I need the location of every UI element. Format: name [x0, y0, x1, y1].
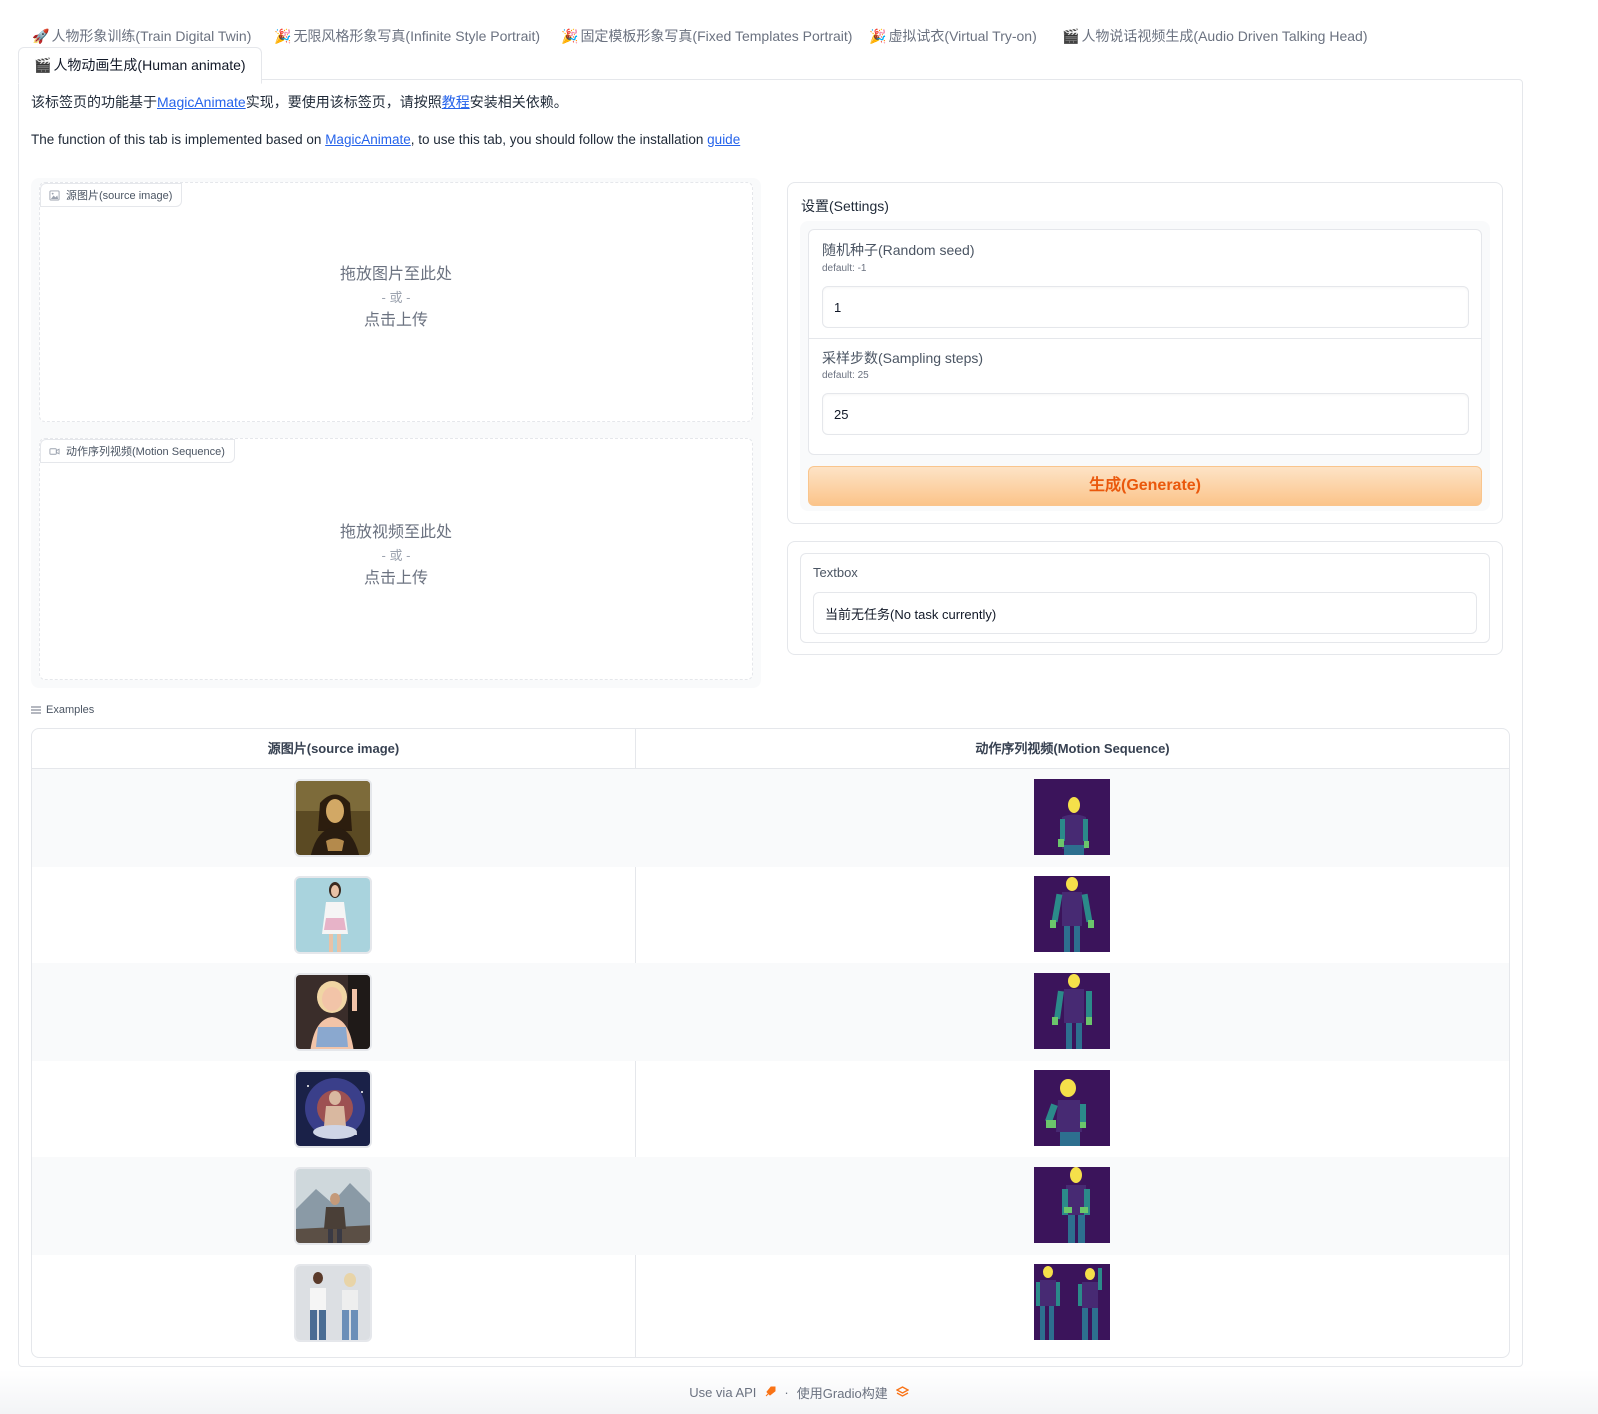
- sampling-steps-label: 采样步数(Sampling steps): [822, 350, 984, 366]
- gradio-logo-icon: [895, 1385, 909, 1397]
- guide-link-en[interactable]: guide: [707, 132, 740, 147]
- settings-panel: 设置(Settings) 随机种子(Random seed) default: …: [787, 182, 1503, 524]
- motion-sequence-label: 动作序列视频(Motion Sequence): [40, 439, 235, 463]
- random-seed-input[interactable]: [822, 286, 1469, 328]
- random-seed-default: default: -1: [822, 263, 867, 274]
- description-en: The function of this tab is implemented …: [31, 132, 741, 147]
- example-source-thumbnail: [294, 1070, 372, 1148]
- example-row[interactable]: [32, 963, 1509, 1061]
- upload-column: 源图片(source image) 拖放图片至此处 - 或 - 点击上传 动作序…: [31, 178, 761, 688]
- examples-header: Examples: [31, 704, 94, 716]
- description-zh: 该标签页的功能基于MagicAnimate实现，要使用该标签页，请按照教程安装相…: [31, 94, 568, 110]
- tab-audio-driven-talking-head[interactable]: 🎬 人物说话视频生成(Audio Driven Talking Head): [1062, 26, 1368, 46]
- footer: Use via API · 使用Gradio构建: [0, 1370, 1598, 1414]
- tab-infinite-style-portrait[interactable]: 🎉 无限风格形象写真(Infinite Style Portrait): [274, 26, 540, 46]
- example-row[interactable]: [32, 769, 1509, 867]
- tab-bar: 🚀 人物形象训练(Train Digital Twin) 🎉 无限风格形象写真(In…: [18, 18, 1523, 84]
- magicanimate-link-zh[interactable]: MagicAnimate: [157, 94, 246, 110]
- examples-table: 源图片(source image) 动作序列视频(Motion Sequence…: [31, 728, 1510, 1358]
- magicanimate-link-en[interactable]: MagicAnimate: [325, 132, 411, 147]
- random-seed-label: 随机种子(Random seed): [822, 242, 975, 258]
- list-icon: [31, 706, 41, 714]
- example-row[interactable]: [32, 1060, 1509, 1158]
- example-motion-thumbnail: [1034, 876, 1110, 952]
- built-with-gradio-link[interactable]: 使用Gradio构建: [797, 1383, 888, 1402]
- rocket-icon: [766, 1386, 776, 1397]
- example-source-thumbnail: [294, 876, 372, 954]
- textbox-label: Textbox: [813, 565, 858, 580]
- party-icon: 🎉: [869, 29, 887, 45]
- use-via-api-link[interactable]: Use via API: [689, 1385, 756, 1400]
- status-textbox[interactable]: [813, 592, 1477, 634]
- example-motion-thumbnail: [1034, 1070, 1110, 1146]
- example-row[interactable]: [32, 1254, 1509, 1352]
- examples-table-header: 源图片(source image) 动作序列视频(Motion Sequence…: [32, 729, 1509, 769]
- example-source-thumbnail: [294, 973, 372, 1051]
- source-image-label: 源图片(source image): [40, 183, 183, 207]
- video-icon: [49, 447, 60, 455]
- settings-field-box: 随机种子(Random seed) default: -1 采样步数(Sampl…: [808, 229, 1482, 455]
- examples-col-motion-sequence: 动作序列视频(Motion Sequence): [975, 741, 1170, 756]
- motion-sequence-dropzone: 拖放视频至此处 - 或 - 点击上传: [339, 524, 452, 587]
- example-motion-thumbnail: [1034, 1167, 1110, 1243]
- footer-separator: ·: [784, 1384, 789, 1400]
- example-row[interactable]: [32, 866, 1509, 964]
- example-source-thumbnail: [294, 1167, 372, 1245]
- party-icon: 🎉: [561, 29, 579, 45]
- sampling-steps-field: 采样步数(Sampling steps) default: 25: [809, 339, 1481, 455]
- tab-human-animate[interactable]: 🎬 人物动画生成(Human animate): [18, 47, 262, 84]
- tutorial-link-zh[interactable]: 教程: [442, 94, 470, 110]
- example-source-thumbnail: [294, 1264, 372, 1342]
- tab-fixed-templates-portrait[interactable]: 🎉 固定模板形象写真(Fixed Templates Portrait): [561, 26, 852, 46]
- source-image-dropzone: 拖放图片至此处 - 或 - 点击上传: [339, 266, 452, 329]
- sampling-steps-input[interactable]: [822, 393, 1469, 435]
- sampling-steps-default: default: 25: [822, 370, 869, 381]
- clapper-icon: 🎬: [34, 58, 52, 74]
- textbox-block: Textbox: [800, 553, 1490, 643]
- example-motion-thumbnail: [1034, 973, 1110, 1049]
- party-icon: 🎉: [274, 29, 292, 45]
- source-image-upload[interactable]: 源图片(source image) 拖放图片至此处 - 或 - 点击上传: [39, 182, 753, 422]
- random-seed-field: 随机种子(Random seed) default: -1: [809, 230, 1481, 338]
- clapper-icon: 🎬: [1062, 29, 1080, 45]
- example-motion-thumbnail: [1034, 1264, 1110, 1340]
- motion-sequence-upload[interactable]: 动作序列视频(Motion Sequence) 拖放视频至此处 - 或 - 点击…: [39, 438, 753, 680]
- image-icon: [49, 189, 60, 201]
- example-motion-thumbnail: [1034, 779, 1110, 855]
- rocket-icon: 🚀: [32, 29, 50, 45]
- textbox-panel: Textbox: [787, 541, 1503, 655]
- tab-train-digital-twin[interactable]: 🚀 人物形象训练(Train Digital Twin): [32, 26, 251, 46]
- generate-button[interactable]: 生成(Generate): [808, 466, 1482, 506]
- settings-title: 设置(Settings): [801, 198, 889, 214]
- tab-virtual-try-on[interactable]: 🎉 虚拟试衣(Virtual Try-on): [869, 26, 1037, 46]
- examples-col-source-image: 源图片(source image): [267, 741, 400, 756]
- example-source-thumbnail: [294, 779, 372, 857]
- example-row[interactable]: [32, 1157, 1509, 1255]
